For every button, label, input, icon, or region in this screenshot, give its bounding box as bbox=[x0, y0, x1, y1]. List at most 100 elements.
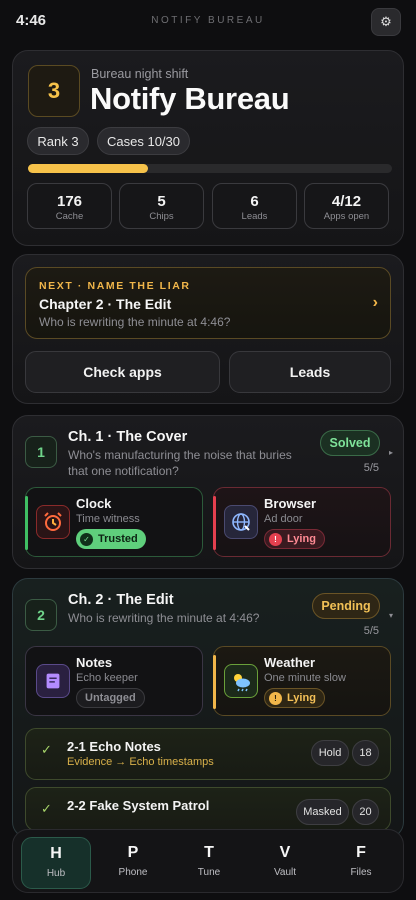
cases-pill: Cases 10/30 bbox=[97, 127, 190, 155]
chevron-right-icon: › bbox=[372, 294, 378, 311]
nav-label: Phone bbox=[118, 867, 148, 878]
evidence-count: 20 bbox=[352, 799, 379, 825]
chapter-count: 5/5 bbox=[363, 625, 379, 637]
nav-label: Vault bbox=[273, 867, 297, 878]
app-name: Clock bbox=[76, 496, 112, 511]
evidence-subtitle: Evidence → Echo timestamps bbox=[67, 756, 214, 768]
settings-button[interactable]: ⚙ bbox=[371, 8, 401, 36]
app-role: Ad door bbox=[264, 513, 303, 525]
untagged-badge: Untagged bbox=[76, 688, 145, 708]
badge-label: Lying bbox=[287, 692, 316, 704]
rank-progress-bar bbox=[28, 164, 392, 173]
stat-value: 176 bbox=[56, 193, 83, 210]
notes-icon bbox=[36, 664, 70, 698]
trusted-badge: ✓ Trusted bbox=[76, 529, 146, 549]
next-objective-button[interactable]: NEXT · NAME THE LIAR Chapter 2 · The Edi… bbox=[25, 267, 391, 339]
evidence-row[interactable]: ✓ 2-2 Fake System Patrol Masked 20 bbox=[25, 787, 391, 831]
alert-icon: ! bbox=[269, 532, 282, 546]
badge-label: Trusted bbox=[98, 533, 138, 545]
nav-icon: F bbox=[356, 844, 366, 861]
check-apps-button[interactable]: Check apps bbox=[25, 351, 220, 393]
nav-label: Tune bbox=[197, 867, 221, 878]
tile-accent bbox=[213, 655, 216, 709]
nav-icon: P bbox=[127, 844, 139, 861]
lying-badge: ! Lying bbox=[264, 529, 325, 549]
nav-item-files[interactable]: F Files bbox=[326, 837, 396, 889]
weather-icon bbox=[224, 664, 258, 698]
app-caption: NOTIFY BUREAU bbox=[151, 15, 265, 26]
nav-item-phone[interactable]: P Phone bbox=[98, 837, 168, 889]
next-subtitle: Who is rewriting the minute at 4:46? bbox=[39, 315, 231, 329]
evidence-title: 2-2 Fake System Patrol bbox=[67, 798, 210, 813]
chapter-subtitle: Who's manufacturing the noise that burie… bbox=[68, 448, 292, 478]
nav-icon: H bbox=[50, 845, 62, 862]
app-role: One minute slow bbox=[264, 672, 346, 684]
chapter-number: 2 bbox=[25, 599, 57, 631]
nav-item-tune[interactable]: T Tune bbox=[174, 837, 244, 889]
rank-pill: Rank 3 bbox=[27, 127, 89, 155]
chapter-card-2[interactable]: 2 Ch. 2 · The Edit Who is rewriting the … bbox=[12, 578, 404, 838]
check-icon: ✓ bbox=[80, 532, 93, 546]
app-role: Time witness bbox=[76, 513, 140, 525]
stat-label: Cache bbox=[55, 211, 84, 222]
stat-value: 4/12 bbox=[331, 193, 362, 210]
app-tile-weather[interactable]: Weather One minute slow ! Lying bbox=[213, 646, 391, 716]
gear-icon: ⚙ bbox=[380, 14, 392, 29]
nav-icon: T bbox=[204, 844, 214, 861]
app-tile-clock[interactable]: Clock Time witness ✓ Trusted bbox=[25, 487, 203, 557]
stat-leads: 6 Leads bbox=[212, 183, 297, 229]
next-title: Chapter 2 · The Edit bbox=[39, 296, 172, 312]
lying-badge: ! Lying bbox=[264, 688, 325, 708]
stat-value: 6 bbox=[250, 193, 259, 210]
alert-icon: ! bbox=[269, 691, 282, 705]
app-name: Browser bbox=[264, 496, 317, 511]
status-badge: Pending bbox=[312, 593, 380, 619]
app-tile-notes[interactable]: Notes Echo keeper Untagged bbox=[25, 646, 203, 716]
chevron-right-icon[interactable]: ▸ bbox=[389, 448, 393, 457]
hold-button[interactable]: Hold bbox=[311, 740, 349, 766]
check-icon: ✓ bbox=[41, 801, 52, 816]
bottom-nav: H Hub P Phone T Tune V Vault F Files bbox=[12, 829, 404, 893]
status-badge: Solved bbox=[320, 430, 380, 456]
stat-apps-open: 4/12 Apps open bbox=[304, 183, 389, 229]
page-title: Notify Bureau bbox=[90, 81, 290, 116]
chapter-subtitle: Who is rewriting the minute at 4:46? bbox=[68, 611, 260, 625]
badge-label: Lying bbox=[287, 533, 316, 545]
globe-icon bbox=[224, 505, 258, 539]
shift-label: Bureau night shift bbox=[91, 67, 189, 81]
chapter-count: 5/5 bbox=[363, 462, 379, 474]
app-role: Echo keeper bbox=[76, 672, 138, 684]
stat-cache: 176 Cache bbox=[27, 183, 112, 229]
masked-button[interactable]: Masked bbox=[296, 799, 349, 825]
app-name: Notes bbox=[76, 655, 113, 670]
evidence-count: 18 bbox=[352, 740, 379, 766]
check-icon: ✓ bbox=[41, 742, 52, 757]
chapter-title: Ch. 2 · The Edit bbox=[68, 592, 174, 608]
alarm-clock-icon bbox=[36, 505, 70, 539]
stat-value: 5 bbox=[157, 193, 166, 210]
next-objective-card: NEXT · NAME THE LIAR Chapter 2 · The Edi… bbox=[12, 254, 404, 404]
stat-chips: 5 Chips bbox=[119, 183, 204, 229]
stat-label: Leads bbox=[241, 211, 268, 222]
nav-item-vault[interactable]: V Vault bbox=[250, 837, 320, 889]
chapter-card-1[interactable]: 1 Ch. 1 · The Cover Who's manufacturing … bbox=[12, 415, 404, 569]
nav-icon: V bbox=[279, 844, 291, 861]
chevron-down-icon[interactable]: ▾ bbox=[389, 611, 393, 620]
tile-accent bbox=[25, 496, 28, 550]
chapter-number: 1 bbox=[25, 436, 57, 468]
app-name: Weather bbox=[264, 655, 316, 670]
profile-card: 3 Bureau night shift Notify Bureau Rank … bbox=[12, 50, 404, 246]
status-bar: 4:46 NOTIFY BUREAU ⚙ bbox=[0, 0, 416, 42]
evidence-row[interactable]: ✓ 2-1 Echo Notes Evidence → Echo timesta… bbox=[25, 728, 391, 780]
rank-progress-fill bbox=[28, 164, 149, 173]
nav-label: Hub bbox=[46, 868, 66, 879]
next-tag: NEXT · NAME THE LIAR bbox=[39, 280, 191, 292]
nav-item-hub[interactable]: H Hub bbox=[21, 837, 91, 889]
nav-label: Files bbox=[350, 867, 372, 878]
stat-label: Apps open bbox=[323, 211, 370, 222]
evidence-title: 2-1 Echo Notes bbox=[67, 739, 161, 754]
tile-accent bbox=[213, 496, 216, 550]
leads-button[interactable]: Leads bbox=[229, 351, 391, 393]
app-tile-browser[interactable]: Browser Ad door ! Lying bbox=[213, 487, 391, 557]
stat-label: Chips bbox=[149, 211, 174, 222]
